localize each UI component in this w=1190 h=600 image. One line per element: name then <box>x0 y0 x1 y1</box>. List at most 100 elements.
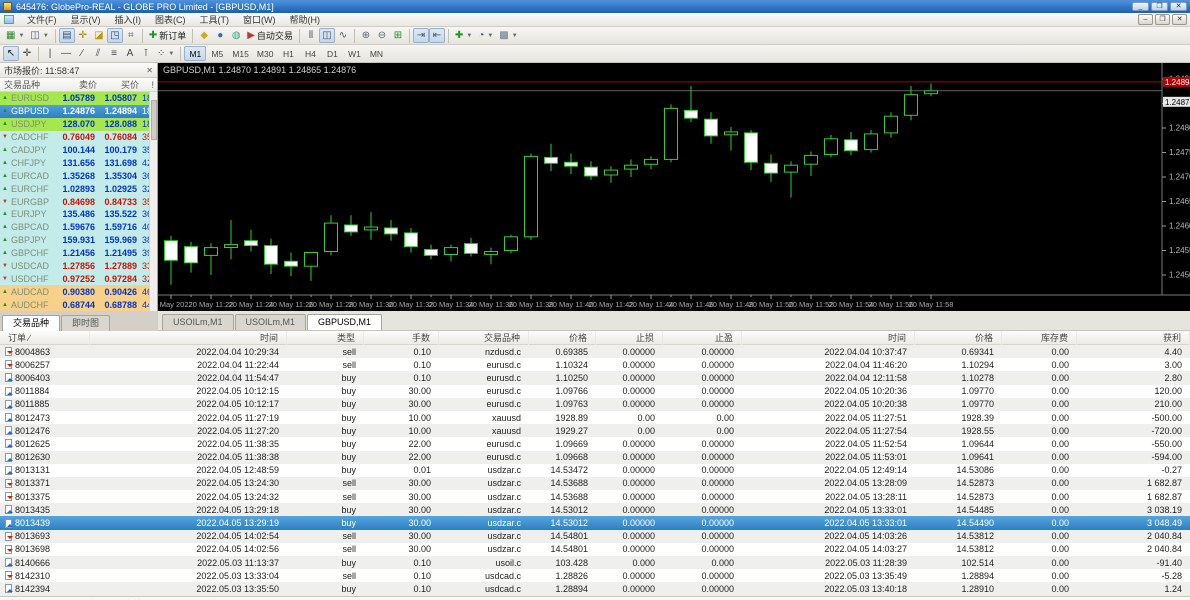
profiles-button[interactable]: ◫▼ <box>27 28 51 43</box>
bar-chart-mode-button[interactable]: ⫴ <box>303 28 319 43</box>
tile-windows-button[interactable]: ⊞ <box>390 28 406 43</box>
indicators-button[interactable]: ✚▼ <box>452 28 475 43</box>
orders-col-7[interactable]: 止盈 <box>663 331 742 345</box>
candlestick-chart[interactable]: 1.24901.24851.24801.24751.24701.24651.24… <box>158 63 1190 311</box>
arrows-button[interactable]: ⁘▼ <box>154 46 177 61</box>
timeframe-h4[interactable]: H4 <box>299 46 321 61</box>
orders-col-3[interactable]: 手数 <box>364 331 439 345</box>
order-row-8142310[interactable]: 81423102022.05.03 13:33:04sell0.10usdcad… <box>0 569 1190 582</box>
market-row-gbpusd[interactable]: ▲GBPUSD1.248761.2489418 <box>0 105 157 118</box>
order-row-8011885[interactable]: 80118852022.04.05 10:12:17buy30.00eurusd… <box>0 398 1190 411</box>
orders-col-9[interactable]: 价格 <box>915 331 1002 345</box>
orders-col-8[interactable]: 时间 <box>742 331 915 345</box>
order-row-8006257[interactable]: 80062572022.04.04 11:22:44sell0.10eurusd… <box>0 358 1190 371</box>
market-row-gbpjpy[interactable]: ▲GBPJPY159.931159.96938 <box>0 234 157 247</box>
menu-帮助[interactable]: 帮助(H) <box>283 13 328 27</box>
child-restore-button[interactable]: ❐ <box>1155 14 1170 25</box>
order-row-8012630[interactable]: 80126302022.04.05 11:38:38buy22.00eurusd… <box>0 451 1190 464</box>
order-row-8013439[interactable]: 80134392022.04.05 13:29:19buy30.00usdzar… <box>0 516 1190 529</box>
chart-tab-0[interactable]: USOILm,M1 <box>162 314 234 330</box>
market-row-chfjpy[interactable]: ▲CHFJPY131.656131.69842 <box>0 156 157 169</box>
order-row-8004863[interactable]: 80048632022.04.04 10:29:34sell0.10nzdusd… <box>0 345 1190 358</box>
market-row-eurgbp[interactable]: ▼EURGBP0.846980.8473335 <box>0 195 157 208</box>
candlestick-mode-button[interactable]: ◫ <box>319 28 335 43</box>
orders-col-10[interactable]: 库存费 <box>1002 331 1077 345</box>
timeframe-d1[interactable]: D1 <box>321 46 343 61</box>
channel-button[interactable]: ⫽ <box>90 46 106 61</box>
market-row-cadjpy[interactable]: ▲CADJPY100.144100.17935 <box>0 144 157 157</box>
orders-col-2[interactable]: 类型 <box>287 331 364 345</box>
orders-col-5[interactable]: 价格 <box>529 331 596 345</box>
market-row-eurcad[interactable]: ▲EURCAD1.352681.3530436 <box>0 169 157 182</box>
market-row-usdcad[interactable]: ▼USDCAD1.278561.2788933 <box>0 260 157 273</box>
auto-trading-button[interactable]: ▶自动交易 <box>244 28 296 43</box>
timeframe-mn[interactable]: MN <box>365 46 387 61</box>
order-row-8013435[interactable]: 80134352022.04.05 13:29:18buy30.00usdzar… <box>0 503 1190 516</box>
text-button[interactable]: A <box>122 46 138 61</box>
order-row-8012473[interactable]: 80124732022.04.05 11:27:19buy10.00xauusd… <box>0 411 1190 424</box>
timeframe-m5[interactable]: M5 <box>206 46 228 61</box>
order-row-8140666[interactable]: 81406662022.05.03 11:13:37buy0.10usoil.c… <box>0 556 1190 569</box>
order-row-8013698[interactable]: 80136982022.04.05 14:02:56sell30.00usdza… <box>0 543 1190 556</box>
periods-button[interactable]: ◔▼ <box>475 28 496 43</box>
new-chart-button[interactable]: ▦▼ <box>3 28 27 43</box>
order-row-8012476[interactable]: 80124762022.04.05 11:27:20buy10.00xauusd… <box>0 424 1190 437</box>
chart-canvas[interactable]: 1.24901.24851.24801.24751.24701.24651.24… <box>158 63 1190 311</box>
market-row-audchf[interactable]: ▲AUDCHF0.687440.6878844 <box>0 298 157 311</box>
orders-col-4[interactable]: 交易品种 <box>439 331 529 345</box>
market-row-usdchf[interactable]: ▼USDCHF0.972520.9728432 <box>0 272 157 285</box>
timeframe-m15[interactable]: M15 <box>228 46 253 61</box>
menu-显示[interactable]: 显示(V) <box>64 13 108 27</box>
market-row-gbpcad[interactable]: ▲GBPCAD1.596761.5971640 <box>0 221 157 234</box>
tab-symbols[interactable]: 交易品种 <box>2 315 60 331</box>
chart-tab-1[interactable]: USOILm,M1 <box>235 314 307 330</box>
market-watch-close-icon[interactable]: ✕ <box>146 66 153 75</box>
chart-tab-2[interactable]: GBPUSD,M1 <box>307 314 382 330</box>
crosshair-button[interactable]: ✛ <box>19 46 35 61</box>
child-minimize-button[interactable]: – <box>1138 14 1153 25</box>
menu-插入[interactable]: 插入(I) <box>108 13 149 27</box>
text-label-button[interactable]: ⊺ <box>138 46 154 61</box>
orders-col-1[interactable]: 时间 <box>90 331 287 345</box>
new-order-button[interactable]: ✚新订单 <box>146 28 189 43</box>
timeframe-h1[interactable]: H1 <box>277 46 299 61</box>
menu-图表[interactable]: 图表(C) <box>148 13 193 27</box>
order-row-8011884[interactable]: 80118842022.04.05 10:12:15buy30.00eurusd… <box>0 385 1190 398</box>
vertical-line-button[interactable]: | <box>42 46 58 61</box>
line-chart-mode-button[interactable]: ∿ <box>335 28 351 43</box>
navigator-toggle-button[interactable]: ◪ <box>91 28 107 43</box>
order-row-8006403[interactable]: 80064032022.04.04 11:54:47buy0.10eurusd.… <box>0 371 1190 384</box>
strategy-tester-button[interactable]: ⌗ <box>123 28 139 43</box>
order-row-8013371[interactable]: 80133712022.04.05 13:24:30sell30.00usdza… <box>0 477 1190 490</box>
auto-scroll-button[interactable]: ⇥ <box>413 28 429 43</box>
menu-文件[interactable]: 文件(F) <box>20 13 64 27</box>
market-row-cadchf[interactable]: ▼CADCHF0.760490.7608435 <box>0 131 157 144</box>
timeframe-m30[interactable]: M30 <box>253 46 278 61</box>
menu-工具[interactable]: 工具(T) <box>193 13 237 27</box>
terminal-toggle-button[interactable]: ◳ <box>107 28 123 43</box>
close-button[interactable]: ✕ <box>1170 2 1187 11</box>
order-row-8142394[interactable]: 81423942022.05.03 13:35:50buy0.10usdcad.… <box>0 582 1190 595</box>
maximize-button[interactable]: ❐ <box>1151 2 1168 11</box>
horizontal-line-button[interactable]: — <box>58 46 74 61</box>
orders-col-11[interactable]: 获利 <box>1077 331 1190 345</box>
chart-shift-button[interactable]: ⇤ <box>429 28 445 43</box>
trendline-button[interactable]: ∕ <box>74 46 90 61</box>
orders-header-row[interactable]: 订单 ∕时间类型手数交易品种价格止损止盈时间价格库存费获利 <box>0 331 1190 345</box>
order-row-8013693[interactable]: 80136932022.04.05 14:02:54sell30.00usdza… <box>0 530 1190 543</box>
minimize-button[interactable]: _ <box>1132 2 1149 11</box>
timeframe-m1[interactable]: M1 <box>184 46 206 61</box>
market-row-usdjpy[interactable]: ▲USDJPY128.070128.08818 <box>0 118 157 131</box>
market-row-audcad[interactable]: ▲AUDCAD0.903800.9042646 <box>0 285 157 298</box>
menu-窗口[interactable]: 窗口(W) <box>236 13 283 27</box>
cursor-button[interactable]: ↖ <box>3 46 19 61</box>
order-row-8012625[interactable]: 80126252022.04.05 11:38:35buy22.00eurusd… <box>0 437 1190 450</box>
templates-button[interactable]: ▩▼ <box>496 28 520 43</box>
child-close-button[interactable]: ✕ <box>1172 14 1187 25</box>
accounts-button[interactable]: ● <box>212 28 228 43</box>
order-row-8013131[interactable]: 80131312022.04.05 12:48:59buy0.01usdzar.… <box>0 464 1190 477</box>
market-row-gbpchf[interactable]: ▲GBPCHF1.214561.2149539 <box>0 247 157 260</box>
market-watch-scrollbar[interactable] <box>149 92 157 311</box>
timeframe-w1[interactable]: W1 <box>343 46 365 61</box>
order-row-8013375[interactable]: 80133752022.04.05 13:24:32sell30.00usdza… <box>0 490 1190 503</box>
